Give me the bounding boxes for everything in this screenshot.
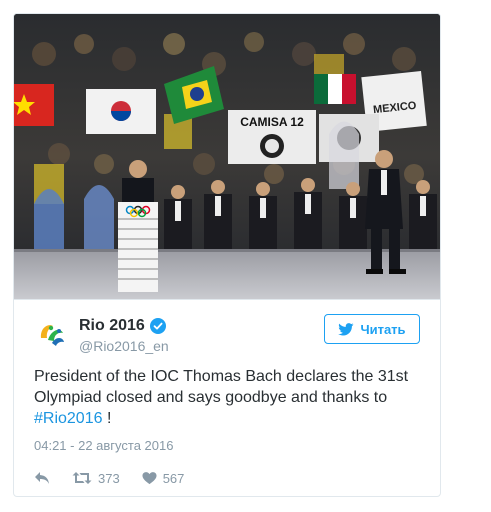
follow-button-label: Читать [360, 321, 406, 337]
avatar[interactable] [34, 316, 70, 352]
like-count: 567 [162, 470, 185, 486]
retweet-count: 373 [98, 470, 120, 486]
username[interactable]: @Rio2016_en [79, 338, 169, 354]
tweet-timestamp[interactable]: 04:21 - 22 августа 2016 [34, 438, 173, 453]
tweet-photo[interactable]: MEXICO CAMISA 12 [14, 14, 440, 299]
rio2016-logo-icon [34, 316, 70, 352]
verified-badge-icon [150, 318, 166, 334]
display-name[interactable]: Rio 2016 [79, 317, 145, 335]
follow-button[interactable]: Читать [324, 314, 420, 344]
camisa-banner-text: CAMISA 12 [240, 115, 304, 129]
media-divider [14, 299, 440, 300]
hashtag-link[interactable]: #Rio2016 [34, 410, 103, 427]
tweet-text: President of the IOC Thomas Bach declare… [34, 366, 430, 429]
twitter-bird-icon [338, 322, 354, 335]
reply-button[interactable] [34, 471, 50, 485]
tweet-card: MEXICO CAMISA 12 Rio 2016 @Rio2016_en Чи… [13, 13, 441, 497]
heart-icon [142, 472, 157, 485]
tweet-text-body: President of the IOC Thomas Bach declare… [34, 368, 409, 406]
like-button[interactable]: 567 [142, 470, 185, 486]
retweet-icon [72, 472, 92, 484]
reply-icon [35, 472, 49, 484]
tweet-actions: 373 567 [34, 469, 184, 487]
retweet-button[interactable]: 373 [72, 471, 120, 486]
ceremony-photo: MEXICO CAMISA 12 [14, 14, 440, 299]
tweet-text-end: ! [102, 410, 112, 427]
